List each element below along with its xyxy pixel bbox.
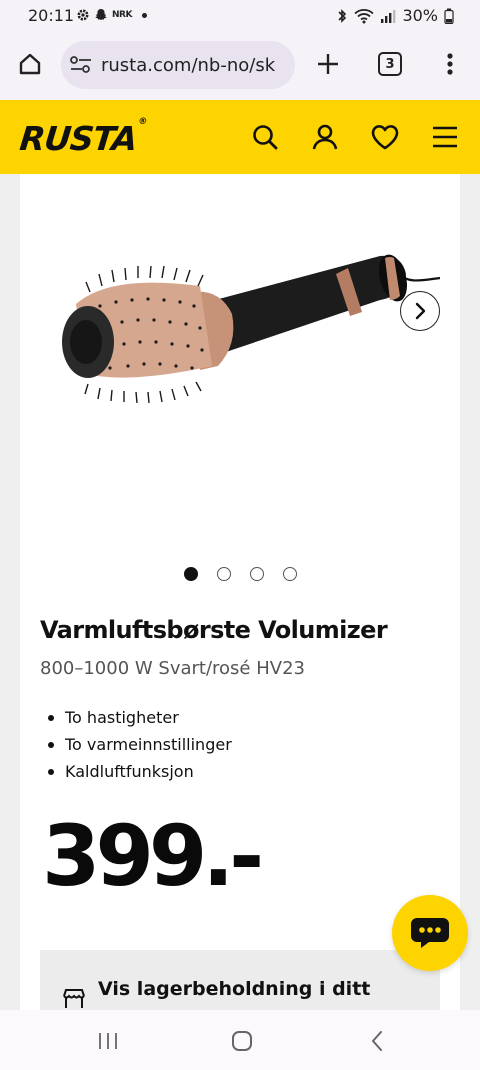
product-subtitle: 800–1000 W Svart/rosé HV23 bbox=[40, 658, 305, 679]
carousel-dot[interactable] bbox=[250, 567, 264, 581]
home-icon bbox=[19, 53, 41, 75]
screen: 20:11 NRK 30% rusta.com/nb-no/sk 3 RUSTA… bbox=[0, 0, 480, 1070]
carousel-next-button[interactable] bbox=[400, 291, 440, 331]
browser-menu-button[interactable] bbox=[432, 46, 468, 82]
status-right: 30% bbox=[336, 6, 454, 25]
product-image-carousel[interactable] bbox=[20, 174, 460, 594]
heart-icon bbox=[371, 125, 399, 150]
carousel-dot[interactable] bbox=[283, 567, 297, 581]
carousel-pagination bbox=[184, 567, 297, 581]
status-bar: 20:11 NRK 30% bbox=[0, 0, 480, 32]
url-text[interactable]: rusta.com/nb-no/sk bbox=[101, 55, 291, 76]
bluetooth-icon bbox=[338, 8, 347, 23]
hamburger-icon bbox=[433, 126, 457, 148]
tune-icon[interactable] bbox=[69, 55, 93, 75]
feature-list: To hastigheter To varmeinnstillinger Kal… bbox=[48, 704, 232, 785]
browser-toolbar: rusta.com/nb-no/sk 3 bbox=[0, 32, 480, 100]
logo-text: RUSTA bbox=[17, 119, 139, 158]
gear-icon bbox=[77, 9, 89, 21]
search-icon bbox=[253, 125, 278, 150]
main-menu-button[interactable] bbox=[428, 120, 462, 154]
battery-percent: 30% bbox=[402, 6, 438, 25]
home-nav-icon bbox=[232, 1031, 252, 1051]
rusta-logo[interactable]: RUSTA® bbox=[17, 117, 147, 158]
home-nav-button[interactable] bbox=[227, 1026, 257, 1056]
system-nav-bar bbox=[0, 1010, 480, 1070]
wifi-icon bbox=[354, 8, 375, 23]
feature-item: Kaldluftfunksjon bbox=[48, 758, 232, 785]
status-time: 20:11 bbox=[28, 6, 75, 25]
back-button[interactable] bbox=[362, 1026, 392, 1056]
new-tab-button[interactable] bbox=[310, 46, 346, 82]
carousel-dot[interactable] bbox=[217, 567, 231, 581]
tab-switcher-button[interactable]: 3 bbox=[372, 46, 408, 82]
account-button[interactable] bbox=[308, 120, 342, 154]
feature-item: To hastigheter bbox=[48, 704, 232, 731]
recent-apps-icon bbox=[99, 1033, 117, 1049]
more-vert-icon bbox=[447, 53, 453, 75]
notification-icons: NRK bbox=[76, 8, 147, 22]
chat-icon bbox=[411, 918, 449, 948]
back-icon bbox=[372, 1031, 382, 1051]
product-card: Varmluftsbørste Volumizer 800–1000 W Sva… bbox=[20, 174, 460, 1010]
search-button[interactable] bbox=[248, 120, 282, 154]
stock-availability-button[interactable]: Vis lagerbeholdning i ditt bbox=[40, 950, 440, 1010]
product-image[interactable] bbox=[50, 234, 450, 414]
site-header: RUSTA® bbox=[0, 100, 480, 174]
user-icon bbox=[312, 124, 338, 150]
wishlist-button[interactable] bbox=[368, 120, 402, 154]
snapchat-icon bbox=[95, 9, 107, 20]
store-icon bbox=[63, 989, 85, 1008]
battery-icon bbox=[444, 8, 454, 24]
stock-label[interactable]: Vis lagerbeholdning i ditt bbox=[98, 978, 370, 1000]
signal-icon bbox=[381, 9, 396, 23]
address-bar[interactable]: rusta.com/nb-no/sk bbox=[61, 41, 295, 89]
tab-count: 3 bbox=[378, 52, 402, 76]
product-title: Varmluftsbørste Volumizer bbox=[40, 616, 388, 644]
more-notifications-dot bbox=[141, 12, 147, 18]
product-price: 399.- bbox=[42, 807, 264, 905]
carousel-dot[interactable] bbox=[184, 567, 198, 581]
home-button[interactable] bbox=[12, 46, 48, 82]
chat-button[interactable] bbox=[392, 895, 468, 971]
feature-item: To varmeinnstillinger bbox=[48, 731, 232, 758]
plus-icon bbox=[318, 54, 338, 74]
nrk-icon: NRK bbox=[112, 10, 132, 20]
logo-registered-mark: ® bbox=[137, 117, 147, 127]
chevron-right-icon bbox=[415, 302, 426, 320]
recent-apps-button[interactable] bbox=[93, 1026, 123, 1056]
